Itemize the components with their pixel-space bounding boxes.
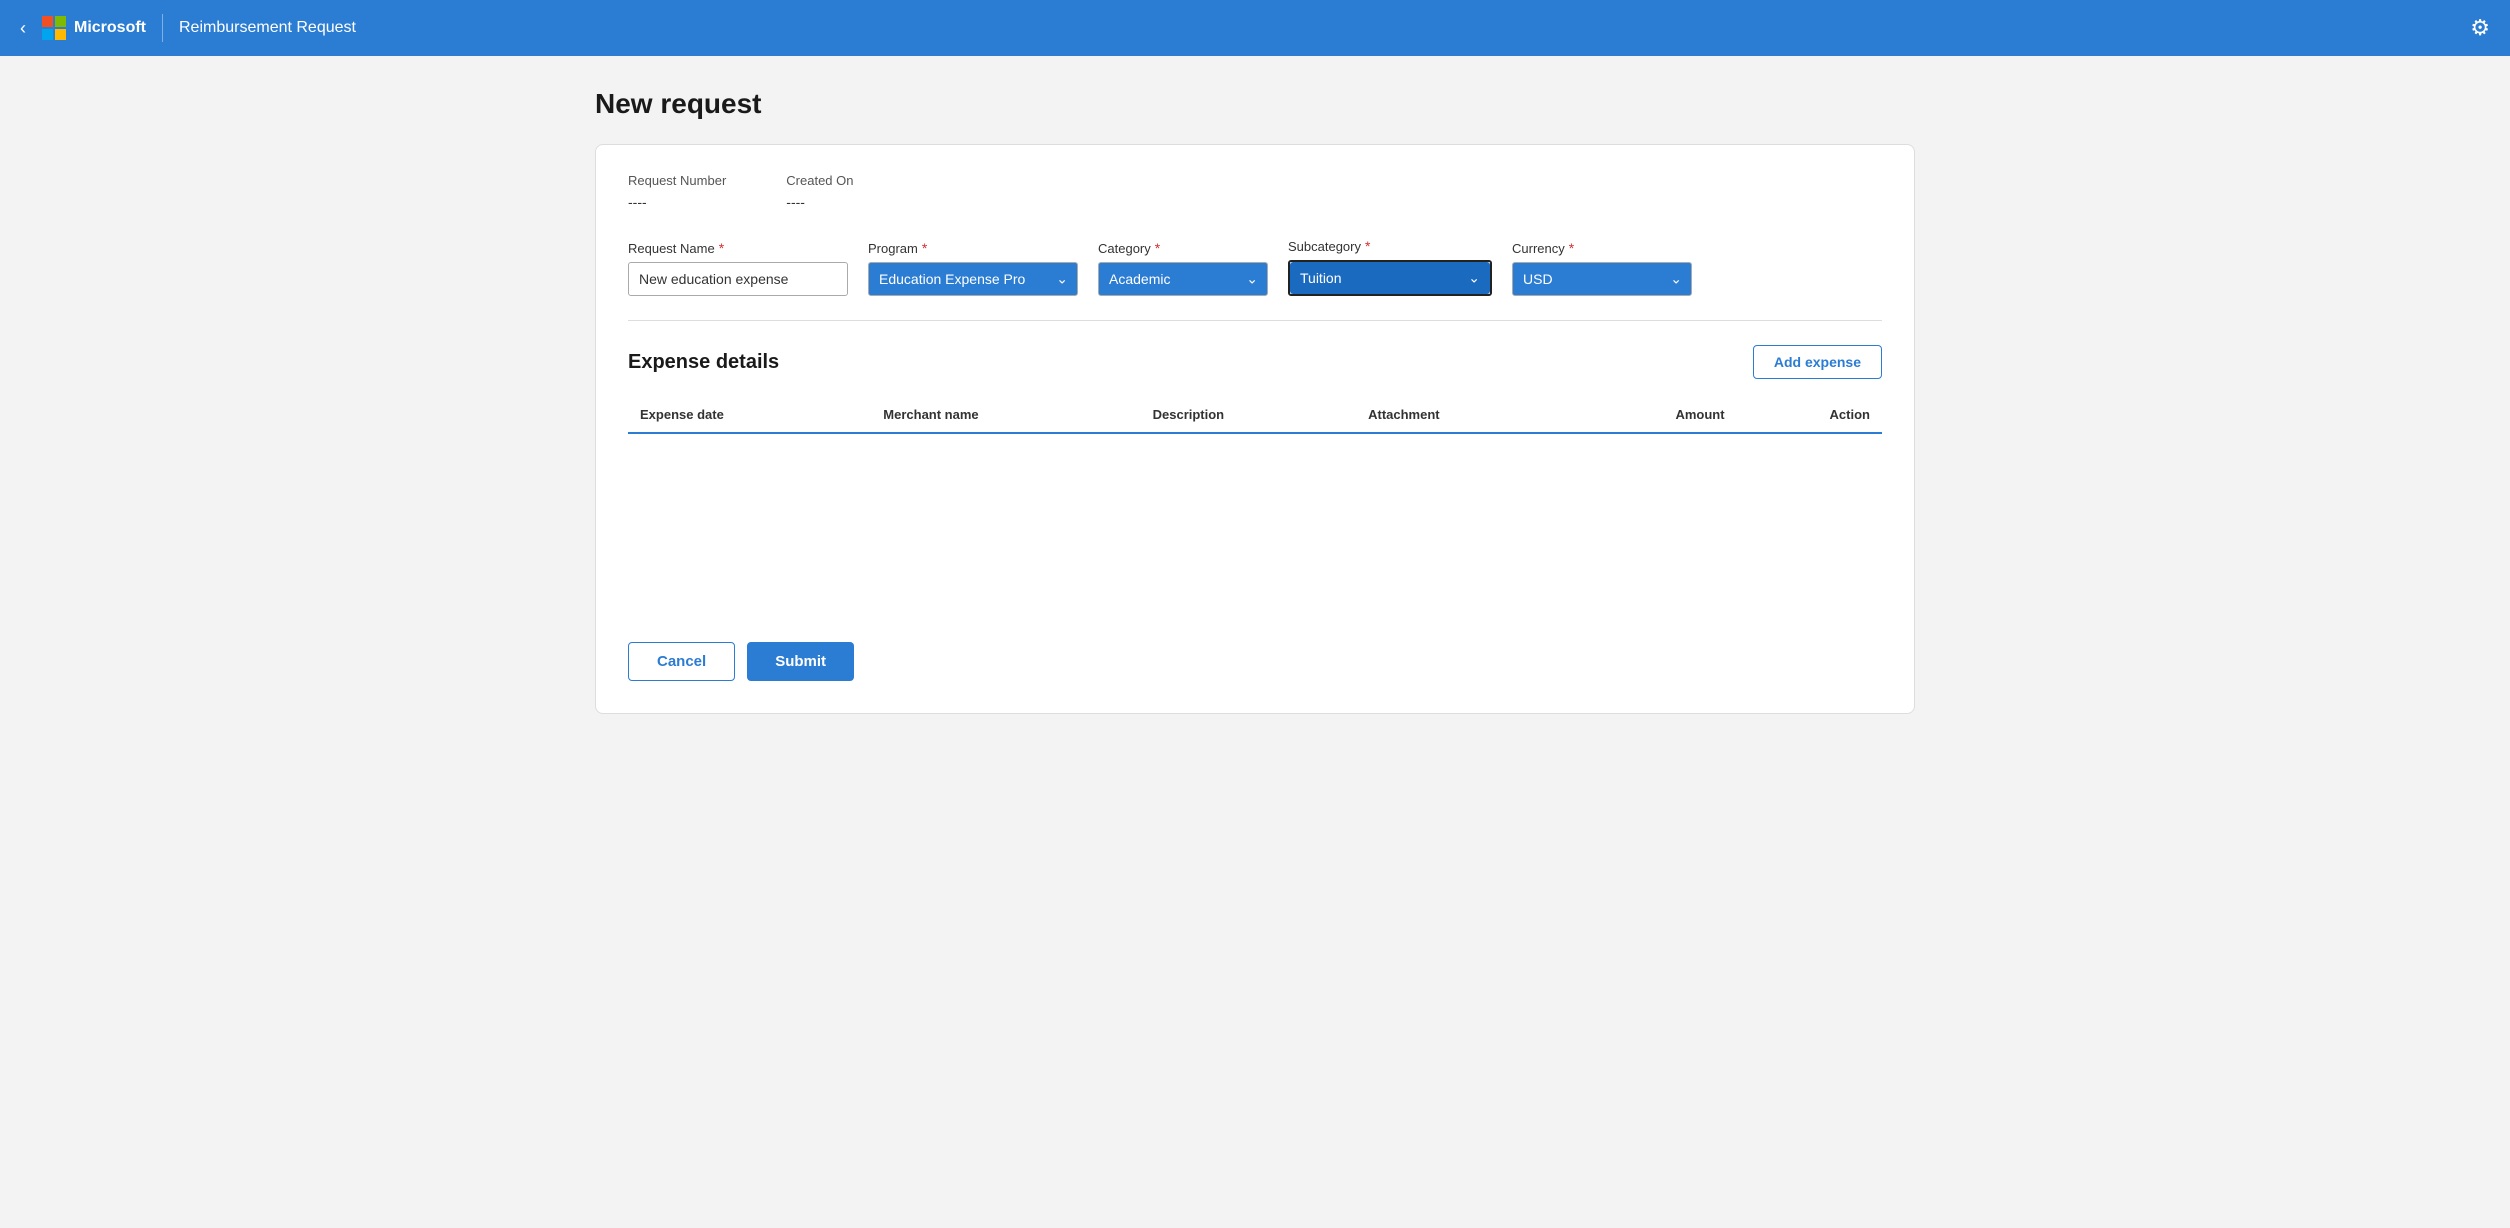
page-title: New request	[595, 88, 1915, 120]
table-header-row: Expense date Merchant name Description A…	[628, 399, 1882, 433]
program-group: Program * Education Expense Pro ⌄	[868, 240, 1078, 296]
program-label: Program *	[868, 240, 1078, 256]
cancel-button[interactable]: Cancel	[628, 642, 735, 681]
currency-select[interactable]: USD	[1512, 262, 1692, 296]
back-button[interactable]: ‹	[20, 18, 26, 39]
category-select-wrapper: Academic ⌄	[1098, 262, 1268, 296]
program-select[interactable]: Education Expense Pro	[868, 262, 1078, 296]
subcategory-select-wrapper: Tuition ⌄	[1288, 260, 1492, 296]
currency-select-wrapper: USD ⌄	[1512, 262, 1692, 296]
category-select[interactable]: Academic	[1098, 262, 1268, 296]
created-on-value: ----	[786, 194, 853, 210]
currency-group: Currency * USD ⌄	[1512, 240, 1692, 296]
info-row: Request Number ---- Created On ----	[628, 173, 1882, 210]
col-attachment: Attachment	[1356, 399, 1572, 433]
header-divider	[162, 14, 163, 42]
submit-button[interactable]: Submit	[747, 642, 854, 681]
created-on-field: Created On ----	[786, 173, 853, 210]
table-header: Expense date Merchant name Description A…	[628, 399, 1882, 433]
col-expense-date: Expense date	[628, 399, 871, 433]
subcategory-select[interactable]: Tuition	[1290, 262, 1490, 294]
col-amount: Amount	[1572, 399, 1737, 433]
col-merchant-name: Merchant name	[871, 399, 1140, 433]
app-title: Reimbursement Request	[179, 19, 356, 37]
col-description: Description	[1141, 399, 1357, 433]
logo-text: Microsoft	[74, 19, 146, 37]
request-name-label: Request Name *	[628, 240, 848, 256]
app-header: ‹ Microsoft Reimbursement Request ⚙	[0, 0, 2510, 56]
subcategory-label: Subcategory *	[1288, 238, 1492, 254]
add-expense-button[interactable]: Add expense	[1753, 345, 1882, 379]
category-group: Category * Academic ⌄	[1098, 240, 1268, 296]
action-buttons: Cancel Submit	[628, 642, 1882, 681]
request-number-field: Request Number ----	[628, 173, 726, 210]
expense-details-header: Expense details Add expense	[628, 345, 1882, 379]
subcategory-group: Subcategory * Tuition ⌄	[1288, 238, 1492, 296]
expense-table: Expense date Merchant name Description A…	[628, 399, 1882, 434]
app-logo: Microsoft	[42, 16, 146, 40]
request-number-value: ----	[628, 194, 726, 210]
form-card: Request Number ---- Created On ---- Requ…	[595, 144, 1915, 714]
request-name-group: Request Name *	[628, 240, 848, 296]
program-select-wrapper: Education Expense Pro ⌄	[868, 262, 1078, 296]
col-action: Action	[1737, 399, 1882, 433]
request-number-label: Request Number	[628, 173, 726, 188]
microsoft-logo-icon	[42, 16, 66, 40]
created-on-label: Created On	[786, 173, 853, 188]
request-name-input[interactable]	[628, 262, 848, 296]
main-content: New request Request Number ---- Created …	[555, 56, 1955, 746]
empty-table-area	[628, 434, 1882, 614]
section-divider	[628, 320, 1882, 321]
currency-label: Currency *	[1512, 240, 1692, 256]
fields-row: Request Name * Program * Education Expen…	[628, 238, 1882, 296]
expense-details-title: Expense details	[628, 351, 779, 374]
category-label: Category *	[1098, 240, 1268, 256]
settings-icon[interactable]: ⚙	[2470, 15, 2490, 41]
